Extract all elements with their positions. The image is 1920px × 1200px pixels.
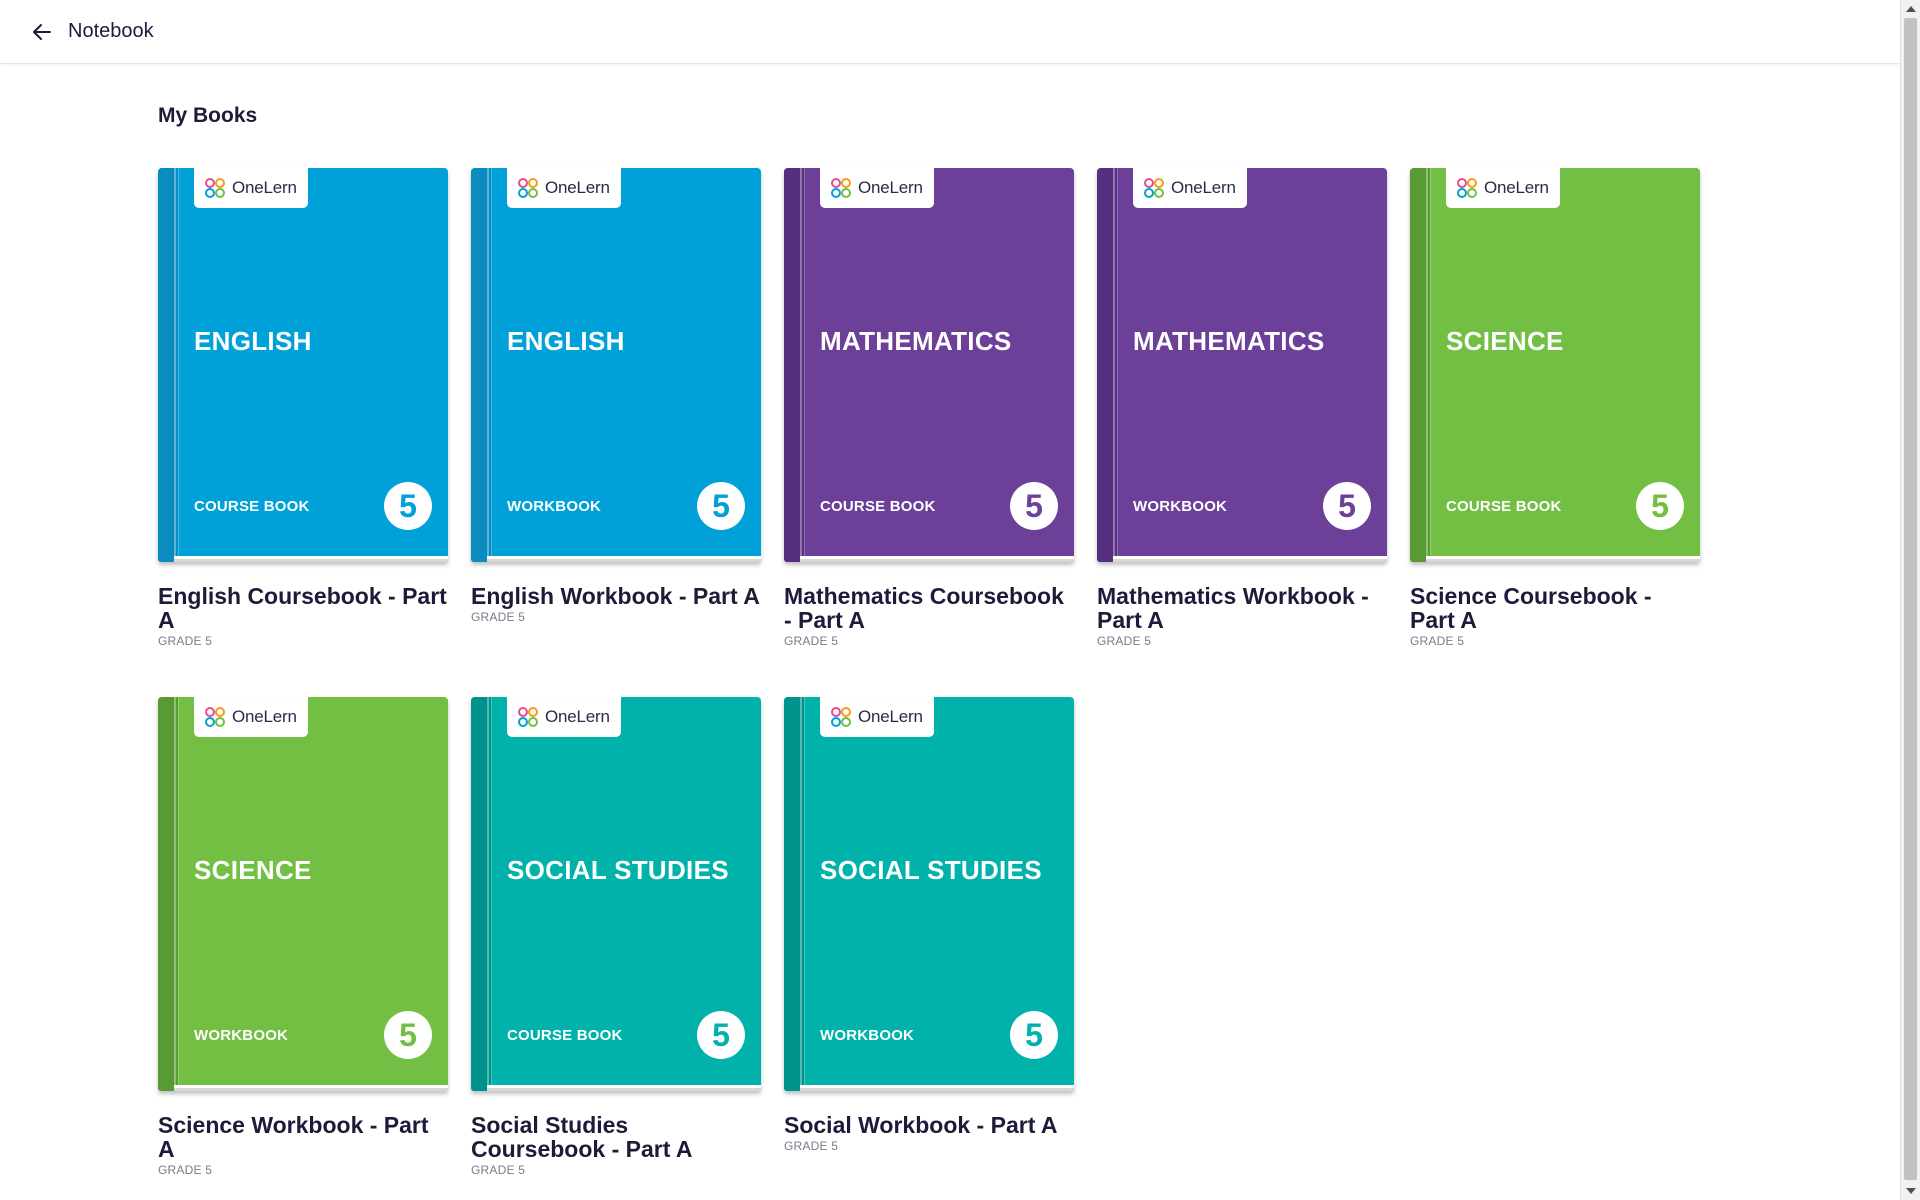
page-title: Notebook	[68, 20, 154, 42]
book-grade: GRADE 5	[471, 1163, 526, 1177]
book-subject: MATHEMATICS	[1133, 326, 1325, 356]
book-card[interactable]: OneLern MATHEMATICS COURSE BOOK 5 Mathem…	[784, 168, 1074, 648]
book-type: WORKBOOK	[820, 1027, 915, 1044]
brand-name: OneLern	[545, 707, 610, 726]
scrollbar-thumb[interactable]	[1904, 18, 1917, 1180]
book-cover[interactable]: OneLern ENGLISH COURSE BOOK 5	[158, 168, 448, 562]
grade-badge: 5	[1636, 482, 1684, 530]
book-grade: GRADE 5	[158, 1163, 213, 1177]
book-type: COURSE BOOK	[507, 1027, 623, 1044]
brand-name: OneLern	[858, 178, 923, 197]
book-title[interactable]: Social Studies Coursebook - Part A	[471, 1113, 761, 1161]
book-card[interactable]: OneLern ENGLISH COURSE BOOK 5 English Co…	[158, 168, 448, 648]
back-button[interactable]	[28, 18, 56, 46]
grade-badge: 5	[384, 482, 432, 530]
onelern-logo-icon	[518, 178, 538, 198]
section-title: My Books	[158, 104, 258, 127]
onelern-logo-icon	[831, 178, 851, 198]
onelern-logo-icon	[1144, 178, 1164, 198]
book-type: WORKBOOK	[1133, 498, 1228, 515]
book-subject: SOCIAL STUDIES	[820, 855, 1042, 885]
brand-logo: OneLern	[507, 168, 621, 208]
brand-name: OneLern	[858, 707, 923, 726]
book-title[interactable]: Mathematics Coursebook - Part A	[784, 584, 1074, 632]
grade-badge: 5	[1010, 482, 1058, 530]
book-type: COURSE BOOK	[1446, 498, 1562, 515]
book-type: WORKBOOK	[507, 498, 602, 515]
book-card[interactable]: OneLern SOCIAL STUDIES COURSE BOOK 5 Soc…	[471, 697, 761, 1177]
brand-logo: OneLern	[820, 168, 934, 208]
grade-badge: 5	[384, 1011, 432, 1059]
onelern-logo-icon	[205, 178, 225, 198]
book-subject: ENGLISH	[194, 326, 312, 356]
grade-badge: 5	[697, 1011, 745, 1059]
book-card[interactable]: OneLern ENGLISH WORKBOOK 5 English Workb…	[471, 168, 761, 624]
book-title[interactable]: English Workbook - Part A	[471, 584, 761, 608]
book-subject: ENGLISH	[507, 326, 625, 356]
brand-logo: OneLern	[507, 697, 621, 737]
grade-badge: 5	[697, 482, 745, 530]
book-card[interactable]: OneLern SCIENCE COURSE BOOK 5 Science Co…	[1410, 168, 1700, 648]
book-grade: GRADE 5	[784, 1139, 839, 1153]
book-grade: GRADE 5	[784, 634, 839, 648]
brand-name: OneLern	[232, 178, 297, 197]
book-grade: GRADE 5	[1410, 634, 1465, 648]
book-grade: GRADE 5	[471, 610, 526, 624]
book-card[interactable]: OneLern SCIENCE WORKBOOK 5 Science Workb…	[158, 697, 448, 1177]
book-subject: SOCIAL STUDIES	[507, 855, 729, 885]
brand-name: OneLern	[1171, 178, 1236, 197]
scroll-up-arrow-icon[interactable]	[1906, 6, 1916, 12]
book-title[interactable]: English Coursebook - Part A	[158, 584, 448, 632]
onelern-logo-icon	[1457, 178, 1477, 198]
onelern-logo-icon	[518, 707, 538, 727]
arrow-left-icon	[33, 24, 51, 40]
brand-logo: OneLern	[820, 697, 934, 737]
brand-logo: OneLern	[194, 697, 308, 737]
grade-badge: 5	[1010, 1011, 1058, 1059]
vertical-scrollbar[interactable]	[1900, 0, 1920, 1200]
brand-name: OneLern	[1484, 178, 1549, 197]
book-subject: SCIENCE	[1446, 326, 1564, 356]
book-card[interactable]: OneLern SOCIAL STUDIES WORKBOOK 5 Social…	[784, 697, 1074, 1153]
book-title[interactable]: Science Workbook - Part A	[158, 1113, 448, 1161]
book-subject: SCIENCE	[194, 855, 312, 885]
book-cover[interactable]: OneLern ENGLISH WORKBOOK 5	[471, 168, 761, 562]
onelern-logo-icon	[831, 707, 851, 727]
book-title[interactable]: Science Coursebook - Part A	[1410, 584, 1700, 632]
book-subject: MATHEMATICS	[820, 326, 1012, 356]
book-card[interactable]: OneLern MATHEMATICS WORKBOOK 5 Mathemati…	[1097, 168, 1387, 648]
book-cover[interactable]: OneLern MATHEMATICS COURSE BOOK 5	[784, 168, 1074, 562]
onelern-logo-icon	[205, 707, 225, 727]
brand-name: OneLern	[545, 178, 610, 197]
book-title[interactable]: Social Workbook - Part A	[784, 1113, 1074, 1137]
book-cover[interactable]: OneLern SOCIAL STUDIES COURSE BOOK 5	[471, 697, 761, 1091]
scroll-down-arrow-icon[interactable]	[1906, 1188, 1916, 1194]
book-grade: GRADE 5	[158, 634, 213, 648]
book-type: WORKBOOK	[194, 1027, 289, 1044]
book-grade: GRADE 5	[1097, 634, 1152, 648]
brand-logo: OneLern	[1446, 168, 1560, 208]
book-title[interactable]: Mathematics Workbook - Part A	[1097, 584, 1387, 632]
book-cover[interactable]: OneLern SCIENCE WORKBOOK 5	[158, 697, 448, 1091]
book-type: COURSE BOOK	[194, 498, 310, 515]
book-cover[interactable]: OneLern MATHEMATICS WORKBOOK 5	[1097, 168, 1387, 562]
book-cover[interactable]: OneLern SCIENCE COURSE BOOK 5	[1410, 168, 1700, 562]
grade-badge: 5	[1323, 482, 1371, 530]
brand-logo: OneLern	[194, 168, 308, 208]
brand-name: OneLern	[232, 707, 297, 726]
brand-logo: OneLern	[1133, 168, 1247, 208]
book-cover[interactable]: OneLern SOCIAL STUDIES WORKBOOK 5	[784, 697, 1074, 1091]
book-type: COURSE BOOK	[820, 498, 936, 515]
top-app-bar: Notebook	[0, 0, 1900, 64]
